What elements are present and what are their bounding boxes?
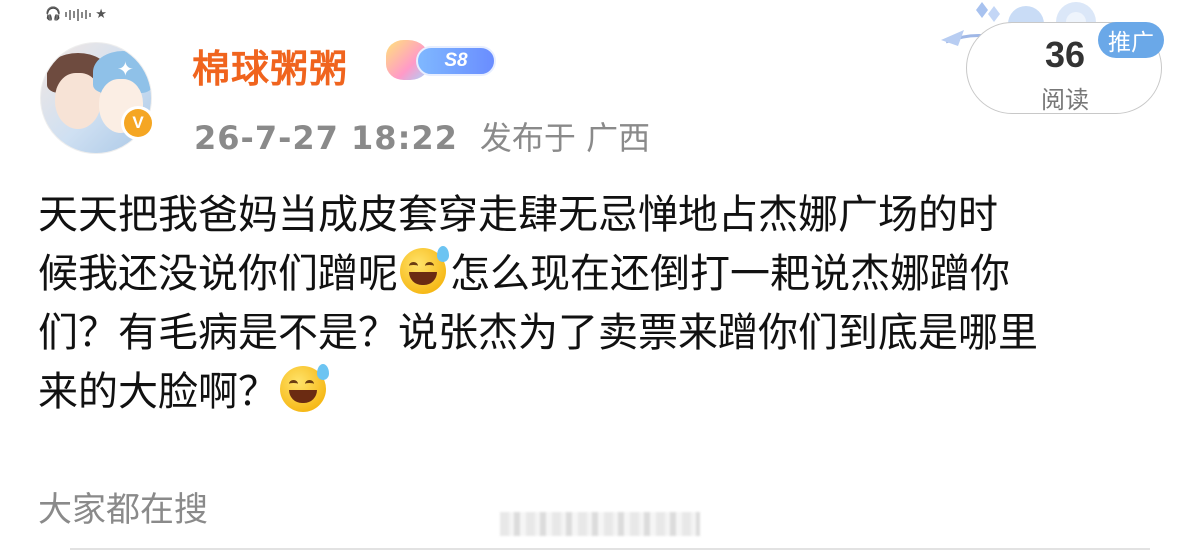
promote-button[interactable]: 推广	[1098, 22, 1164, 58]
verified-badge: V	[121, 106, 155, 140]
timestamp: 26-7-27 18:22	[194, 119, 458, 157]
level-label: S8	[416, 46, 496, 76]
star-icon: ★	[95, 7, 107, 22]
username[interactable]: 棉球粥粥	[192, 38, 348, 93]
read-label: 阅读	[1041, 86, 1089, 114]
divider	[70, 548, 1150, 550]
post-body: 天天把我爸妈当成皮套穿走肆无忌惮地占杰娜广场的时 候我还没说你们蹭呢 怎么现在还倒…	[38, 186, 1168, 422]
post-meta: 26-7-27 18:22 发布于 广西	[194, 113, 650, 159]
post-line: 天天把我爸妈当成皮套穿走肆无忌惮地占杰娜广场的时	[38, 192, 998, 238]
post-line: 们？有毛病是不是？说张杰为了卖票来蹭你们到底是哪里	[38, 310, 1038, 356]
trending-search-placeholder[interactable]	[500, 512, 700, 536]
trending-search-label: 大家都在搜	[38, 490, 208, 530]
sweat-smile-emoji-icon	[280, 364, 329, 412]
published-label: 发布于	[479, 119, 576, 157]
sound-wave-icon	[65, 8, 92, 21]
post-line: 来的大脸啊？	[38, 363, 1168, 422]
sweat-smile-emoji-icon	[400, 246, 449, 294]
post-line: 候我还没说你们蹭呢 怎么现在还倒打一耙说杰娜蹭你	[38, 245, 1168, 304]
level-badge[interactable]: S8	[386, 38, 498, 84]
location: 广西	[586, 119, 651, 157]
status-deco: 🎧 ★	[45, 8, 107, 21]
verified-icon: V	[124, 109, 152, 137]
headphones-icon: 🎧	[45, 7, 62, 22]
